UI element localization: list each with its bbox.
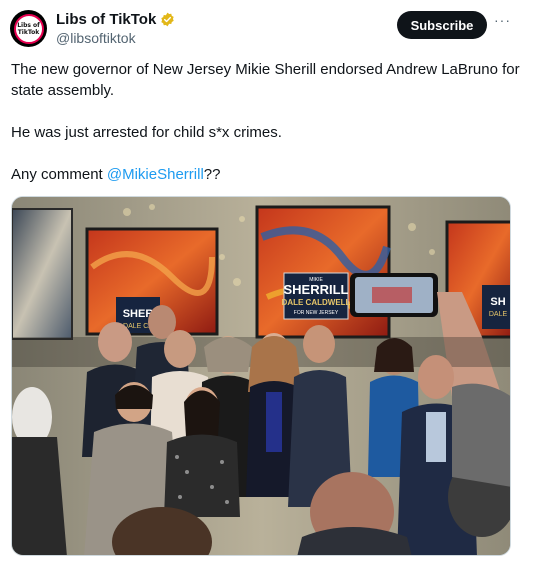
group-photo-illustration: MIKIE SHERRILL DALE CALDWELL FOR NEW JER…: [12, 197, 510, 555]
verified-badge-icon[interactable]: [160, 12, 175, 27]
avatar-logo: Libs of TikTok: [13, 13, 44, 44]
tweet-card: Libs of TikTok Libs of TikTok @libsoftik…: [0, 0, 541, 567]
avatar-text-top: Libs of: [17, 21, 40, 29]
sign-sub-text: DALE CALDWELL: [282, 298, 351, 307]
campaign-sign-right: SH DALE: [482, 285, 510, 329]
avatar-text-bottom: TikTok: [17, 28, 40, 36]
tweet-text-prefix: Any comment: [11, 166, 107, 183]
tweet-text-line1: The new governor of New Jersey Mikie She…: [11, 61, 520, 99]
tweet-text-suffix: ??: [203, 166, 221, 183]
author-handle[interactable]: @libsoftiktok: [56, 30, 136, 46]
sign-name-text: SHERRILL: [284, 282, 349, 297]
tweet-photo[interactable]: MIKIE SHERRILL DALE CALDWELL FOR NEW JER…: [11, 196, 511, 556]
tweet-text-line3: Any comment @MikieSherrill??: [11, 164, 526, 185]
subscribe-button[interactable]: Subscribe: [397, 11, 487, 39]
display-name[interactable]: Libs of TikTok: [56, 11, 156, 28]
sign-footer-text: FOR NEW JERSEY: [294, 310, 339, 316]
campaign-sign-center: MIKIE SHERRILL DALE CALDWELL FOR NEW JER…: [282, 272, 351, 320]
tweet-text-line2: He was just arrested for child s*x crime…: [11, 124, 282, 141]
mention-link[interactable]: @MikieSherrill: [107, 166, 204, 183]
sign-right-name: SH: [490, 296, 505, 308]
more-options-icon[interactable]: ···: [494, 12, 512, 36]
sign-right-sub: DALE: [489, 311, 508, 318]
author-name-row: Libs of TikTok: [56, 11, 175, 28]
avatar[interactable]: Libs of TikTok: [10, 10, 47, 47]
